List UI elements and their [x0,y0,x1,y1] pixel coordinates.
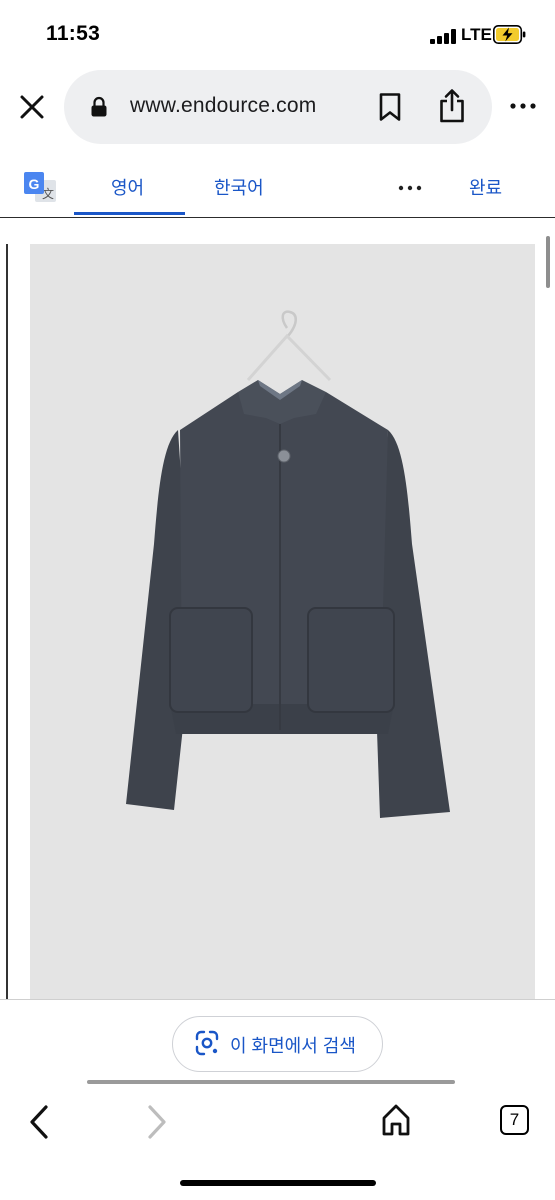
home-icon[interactable] [381,1103,411,1137]
page-left-border [6,244,8,1000]
tab-source-language[interactable]: 영어 [111,174,144,200]
scrollbar[interactable] [546,236,550,288]
more-icon[interactable] [509,100,537,112]
cellular-signal-icon [430,28,456,44]
tab-target-language[interactable]: 한국어 [214,174,264,200]
status-time: 11:53 [46,22,101,45]
jacket-illustration [126,310,450,818]
home-indicator [180,1180,376,1186]
translate-bar: 文 G 영어 한국어 완료 [0,160,555,218]
toolbar-divider [87,1080,455,1084]
content-divider [0,999,555,1000]
selected-tab-indicator [74,212,185,215]
network-type: LTE [461,25,492,44]
battery-charging-icon [493,25,526,44]
lock-icon [91,96,107,117]
svg-text:G: G [29,176,40,192]
share-icon[interactable] [437,88,467,124]
bookmark-icon[interactable] [378,92,402,122]
url-text[interactable]: www.endource.com [130,94,316,118]
search-this-screen-label[interactable]: 이 화면에서 검색 [230,1032,356,1058]
done-button[interactable]: 완료 [469,174,502,200]
tabs-count-button[interactable]: 7 [500,1105,529,1135]
forward-arrow-icon[interactable] [145,1104,169,1140]
product-image[interactable] [30,244,535,1000]
translate-more-icon[interactable] [398,184,422,192]
google-translate-icon[interactable]: 文 G [23,170,57,204]
status-bar: 11:53 LTE [0,0,555,66]
close-icon[interactable] [15,90,49,124]
back-arrow-icon[interactable] [27,1104,51,1140]
google-lens-icon[interactable] [195,1030,219,1056]
